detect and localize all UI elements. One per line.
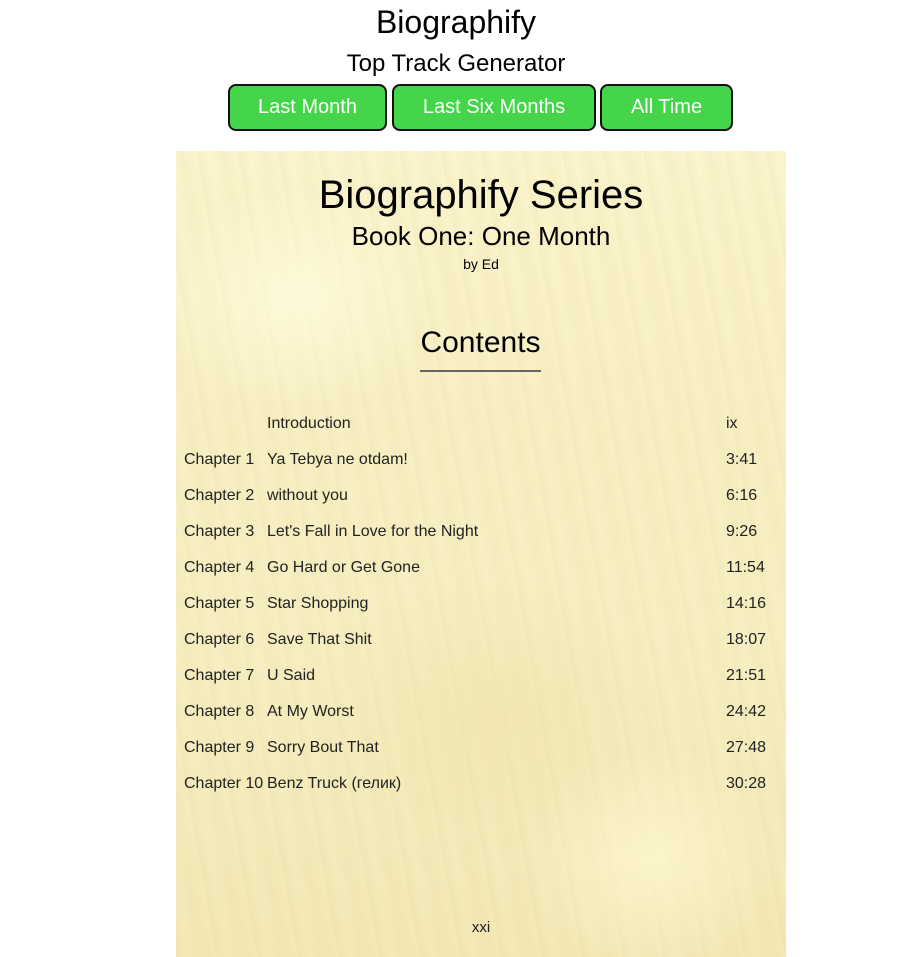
last-month-button[interactable]: Last Month	[228, 84, 387, 131]
toc-track-title: without you	[267, 487, 348, 504]
toc-row: Chapter 4 Go Hard or Get Gone 11:54	[184, 550, 778, 586]
toc-track-title: Let's Fall in Love for the Night	[267, 523, 479, 540]
toc-track-title: Introduction	[267, 415, 351, 432]
contents-heading: Contents	[420, 326, 541, 372]
toc-row: Chapter 1 Ya Tebya ne otdam! 3:41	[184, 442, 778, 478]
toc-timestamp: 24:42	[726, 703, 767, 720]
app-title: Biographify	[375, 4, 537, 40]
toc-chapter-label: Chapter 7	[184, 667, 255, 684]
toc-chapter-label: Chapter 9	[184, 739, 255, 756]
toc-chapter-label: Chapter 4	[184, 559, 255, 576]
toc-chapter-label: Chapter 5	[184, 595, 255, 612]
page-number: xxi	[471, 919, 491, 936]
toc-row: Chapter 6 Save That Shit 18:07	[184, 622, 778, 658]
toc-track-title: Save That Shit	[267, 631, 372, 648]
toc-chapter-label: Chapter 3	[184, 523, 255, 540]
last-six-months-button[interactable]: Last Six Months	[392, 84, 596, 131]
toc-timestamp: 30:28	[726, 775, 767, 792]
book-title: Book One: One Month	[351, 221, 611, 251]
series-title: Biographify Series	[318, 173, 644, 217]
toc-row: Chapter 8 At My Worst 24:42	[184, 694, 778, 730]
toc-chapter-label: Chapter 6	[184, 631, 255, 648]
table-of-contents: Introduction ix Chapter 1 Ya Tebya ne ot…	[184, 406, 778, 802]
app-subtitle: Top Track Generator	[346, 50, 566, 77]
toc-chapter-label: Chapter 1	[184, 451, 255, 468]
author-byline: by Ed	[463, 256, 499, 272]
toc-track-title: At My Worst	[267, 703, 354, 720]
book-page: Biographify Series Book One: One Month b…	[176, 151, 786, 957]
toc-track-title: Ya Tebya ne otdam!	[267, 451, 408, 468]
toc-row: Chapter 5 Star Shopping 14:16	[184, 586, 778, 622]
toc-chapter-label: Chapter 8	[184, 703, 255, 720]
toc-track-title: Go Hard or Get Gone	[267, 559, 420, 576]
toc-row: Chapter 7 U Said 21:51	[184, 658, 778, 694]
toc-track-title: Sorry Bout That	[267, 739, 379, 756]
toc-timestamp: 18:07	[726, 631, 767, 648]
toc-row: Chapter 2 without you 6:16	[184, 478, 778, 514]
toc-row-introduction: Introduction ix	[184, 406, 778, 442]
toc-timestamp: 14:16	[726, 595, 767, 612]
toc-timestamp: 6:16	[726, 487, 758, 504]
toc-track-title: U Said	[267, 667, 316, 684]
toc-chapter-label: Chapter 10	[184, 775, 264, 792]
toc-timestamp: 9:26	[726, 523, 758, 540]
toc-page-ref: ix	[726, 415, 738, 432]
toc-row: Chapter 10 Benz Truck (гелик) 30:28	[184, 766, 778, 802]
toc-timestamp: 21:51	[726, 667, 767, 684]
toc-chapter-label: Chapter 2	[184, 487, 255, 504]
toc-row: Chapter 9 Sorry Bout That 27:48	[184, 730, 778, 766]
toc-track-title: Benz Truck (гелик)	[267, 775, 402, 792]
toc-track-title: Star Shopping	[267, 595, 369, 612]
toc-timestamp: 3:41	[726, 451, 758, 468]
all-time-button[interactable]: All Time	[600, 84, 733, 131]
toc-timestamp: 11:54	[726, 559, 765, 576]
toc-row: Chapter 3 Let's Fall in Love for the Nig…	[184, 514, 778, 550]
toc-timestamp: 27:48	[726, 739, 767, 756]
